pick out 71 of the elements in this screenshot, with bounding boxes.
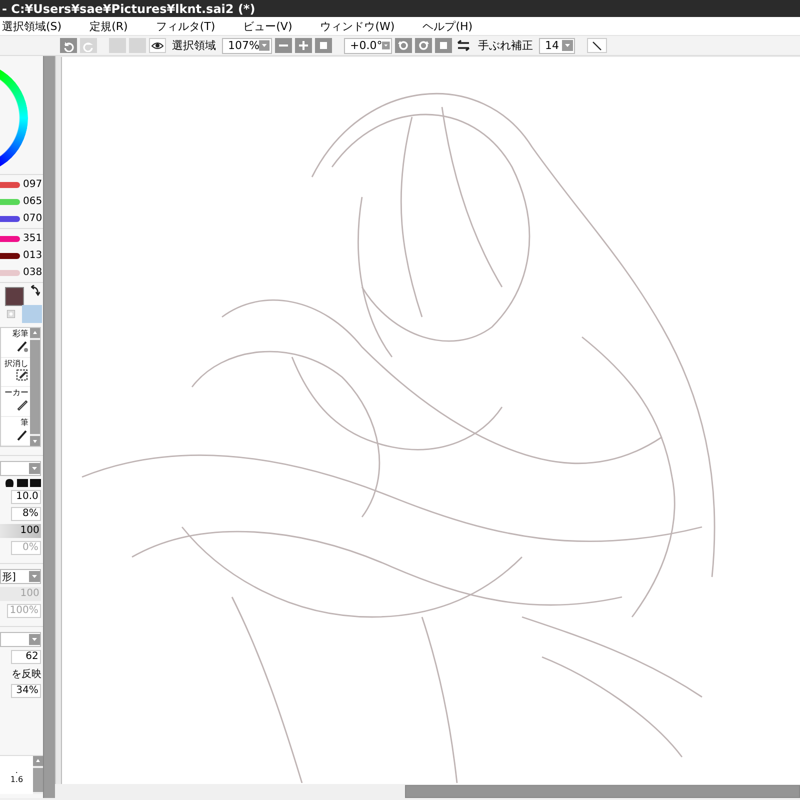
diagonal-line-icon [592, 40, 602, 50]
stabilizer-dropdown[interactable]: 14 [539, 38, 575, 54]
vertical-scrollbar[interactable] [30, 328, 40, 446]
zoom-dropdown[interactable]: 107% [222, 38, 272, 54]
zoom-reset-button[interactable] [315, 38, 332, 53]
number-field[interactable]: 8% [11, 507, 42, 521]
number-field[interactable]: 62 [11, 650, 42, 664]
stabilizer-label: 手ぶれ補正 [478, 38, 533, 53]
brush-icon [16, 398, 28, 411]
redo-icon [82, 40, 95, 52]
vertical-scrollbar[interactable] [33, 756, 44, 794]
eye-icon [151, 41, 164, 50]
brush-shape-icon [30, 479, 42, 487]
primary-color-swatch[interactable] [5, 287, 24, 306]
visibility-toggle[interactable] [149, 38, 166, 53]
rotate-left-button[interactable] [395, 38, 412, 53]
square-icon [438, 40, 449, 51]
swap-arrows-icon [457, 40, 470, 51]
brush-shape-icon [4, 479, 16, 487]
horizontal-scrollbar[interactable] [405, 784, 800, 798]
window-title: - C:¥Users¥sae¥Pictures¥lknt.sai2 (*) [2, 2, 256, 16]
dropdown[interactable] [0, 632, 42, 647]
menu-item[interactable]: ヘルプ(H) [420, 18, 487, 34]
slider-value: 351 [23, 233, 42, 244]
color-slider[interactable] [0, 252, 20, 258]
rotate-right-icon [418, 40, 429, 51]
reset-color-icon [7, 310, 15, 318]
flip-button[interactable] [455, 38, 472, 53]
color-slider[interactable] [0, 182, 20, 188]
square-icon [318, 40, 329, 51]
scrollbar-thumb[interactable] [33, 768, 44, 792]
dropdown[interactable]: 形] [0, 569, 42, 584]
option-label: を反映 [11, 668, 42, 681]
menu-item[interactable]: 選択領域(S) [0, 18, 76, 34]
undo-button[interactable] [60, 38, 77, 53]
rotate-left-icon [398, 40, 409, 51]
color-slider[interactable] [0, 236, 20, 242]
rotate-right-button[interactable] [415, 38, 432, 53]
brush-icon [16, 428, 28, 440]
menu-item[interactable]: ウィンドウ(W) [318, 18, 409, 34]
brush-icon [16, 339, 28, 352]
menu-item[interactable]: 定規(R) [88, 18, 142, 34]
menu-item[interactable]: ビュー(V) [241, 18, 306, 34]
rotation-dropdown[interactable]: +0.0° [344, 38, 392, 54]
zoom-in-button[interactable] [295, 38, 312, 53]
brush-shape-icon [17, 479, 28, 487]
plus-icon [298, 40, 309, 51]
color-slider[interactable] [0, 198, 20, 204]
value-slider[interactable]: 100 [0, 524, 42, 538]
slider-value: 013 [23, 250, 42, 261]
zoom-out-button[interactable] [275, 38, 292, 53]
dropdown[interactable] [0, 461, 42, 476]
swap-arrows-icon [31, 285, 40, 296]
brush-icon [16, 368, 28, 382]
slider-value: 097 [23, 179, 42, 190]
secondary-color-swatch[interactable] [22, 305, 42, 323]
brush-size-dot: . [15, 766, 18, 775]
selection-label: 選択領域 [172, 38, 216, 53]
slider-value: 070 [23, 213, 42, 224]
line-button[interactable] [587, 38, 607, 53]
color-slider[interactable] [0, 216, 20, 222]
scrollbar-thumb[interactable] [30, 340, 40, 434]
panel-scrollbar[interactable] [43, 56, 55, 798]
undo-icon [62, 40, 75, 52]
number-field[interactable]: 34% [11, 684, 42, 698]
number-field[interactable]: 10.0 [11, 490, 42, 504]
slider-value: 065 [23, 196, 42, 207]
brush-size-value[interactable]: 1.6 [10, 775, 24, 784]
color-slider[interactable] [0, 270, 20, 276]
slider-value: 038 [23, 267, 42, 278]
menu-item[interactable]: フィルタ(T) [154, 18, 230, 34]
